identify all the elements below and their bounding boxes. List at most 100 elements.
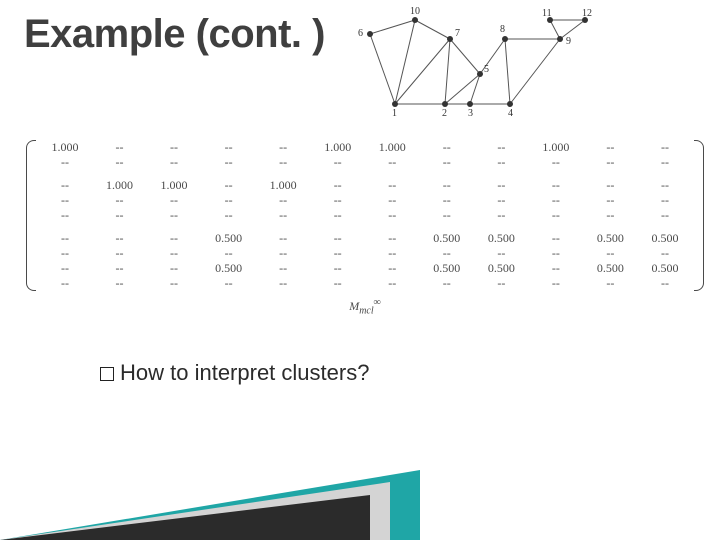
node-label: 6 — [358, 28, 363, 39]
matrix-cell: -- — [420, 193, 475, 208]
decorative-wedge — [0, 440, 720, 540]
node-label: 2 — [442, 108, 447, 119]
node-label: 7 — [455, 28, 460, 39]
matrix-cell: 0.500 — [638, 261, 693, 276]
matrix-cell: -- — [256, 276, 311, 291]
matrix-cell: -- — [365, 246, 420, 261]
matrix-cell: -- — [38, 155, 93, 170]
matrix-cell: -- — [38, 178, 93, 193]
matrix-cell: -- — [583, 193, 638, 208]
matrix-cell: -- — [92, 193, 147, 208]
matrix-cell: -- — [38, 261, 93, 276]
matrix-cell: -- — [256, 140, 311, 155]
matrix-cell: 0.500 — [638, 231, 693, 246]
matrix-cell: -- — [310, 155, 365, 170]
matrix-cell: -- — [583, 155, 638, 170]
matrix-cell: -- — [365, 276, 420, 291]
matrix-cell: -- — [147, 155, 202, 170]
matrix-cell: -- — [420, 178, 475, 193]
matrix-cell: -- — [529, 178, 584, 193]
matrix-cell: 1.000 — [310, 140, 365, 155]
node-label: 9 — [566, 36, 571, 47]
node-label: 8 — [500, 24, 505, 35]
matrix-cell: -- — [529, 208, 584, 223]
matrix-cell: -- — [147, 208, 202, 223]
matrix-cell: -- — [365, 155, 420, 170]
matrix-cell: -- — [201, 208, 256, 223]
matrix-cell: -- — [310, 178, 365, 193]
matrix-cell: -- — [529, 276, 584, 291]
matrix-cell: -- — [256, 246, 311, 261]
matrix-cell: -- — [529, 155, 584, 170]
matrix-cell: -- — [529, 193, 584, 208]
matrix-cell: -- — [92, 208, 147, 223]
matrix-cell: -- — [310, 246, 365, 261]
matrix-cell: -- — [420, 208, 475, 223]
matrix-cell: 1.000 — [529, 140, 584, 155]
matrix-cell: -- — [420, 246, 475, 261]
matrix-cell: -- — [638, 140, 693, 155]
matrix-cell: -- — [474, 246, 529, 261]
matrix-cell: 0.500 — [420, 261, 475, 276]
matrix-cell: -- — [583, 178, 638, 193]
matrix-cell: 0.500 — [474, 231, 529, 246]
matrix-cell: -- — [638, 178, 693, 193]
matrix-cell: -- — [201, 178, 256, 193]
matrix-cell: 0.500 — [583, 231, 638, 246]
matrix-cell: -- — [92, 276, 147, 291]
matrix-gap — [38, 223, 693, 231]
matrix-cell: -- — [256, 208, 311, 223]
matrix-cell: -- — [92, 140, 147, 155]
matrix-cell: -- — [365, 178, 420, 193]
node-label: 3 — [468, 108, 473, 119]
matrix-cell: -- — [474, 208, 529, 223]
matrix-cell: -- — [365, 193, 420, 208]
matrix-cell: 0.500 — [583, 261, 638, 276]
matrix-cell: -- — [310, 261, 365, 276]
matrix-cell: 0.500 — [201, 261, 256, 276]
matrix-cell: 1.000 — [38, 140, 93, 155]
matrix-cell: -- — [201, 276, 256, 291]
matrix-cell: -- — [474, 178, 529, 193]
matrix-cell: -- — [310, 193, 365, 208]
matrix-cell: -- — [256, 155, 311, 170]
matrix-cell: -- — [256, 193, 311, 208]
matrix-cell: -- — [529, 246, 584, 261]
matrix-cell: -- — [638, 276, 693, 291]
graph-figure: 6 10 7 1 2 3 4 5 8 9 11 12 — [350, 4, 610, 124]
matrix-cell: -- — [310, 208, 365, 223]
matrix-cell: -- — [256, 231, 311, 246]
node-label: 4 — [508, 108, 513, 119]
matrix-cell: -- — [147, 231, 202, 246]
matrix-cell: -- — [147, 193, 202, 208]
matrix-cell: -- — [310, 276, 365, 291]
matrix-cell: -- — [474, 140, 529, 155]
matrix-cell: 0.500 — [420, 231, 475, 246]
node-label: 12 — [582, 8, 592, 19]
matrix-cell: -- — [529, 231, 584, 246]
matrix-cell: -- — [638, 208, 693, 223]
matrix-cell: 1.000 — [92, 178, 147, 193]
matrix-cell: -- — [474, 155, 529, 170]
matrix-cell: -- — [420, 276, 475, 291]
page-title: Example (cont. ) — [24, 12, 325, 57]
matrix-cell: -- — [474, 193, 529, 208]
matrix-cell: -- — [474, 276, 529, 291]
matrix-cell: 0.500 — [474, 261, 529, 276]
matrix-cell: -- — [38, 246, 93, 261]
matrix-cell: -- — [147, 246, 202, 261]
paren-right-icon — [694, 140, 704, 291]
matrix-cell: -- — [38, 231, 93, 246]
node-label: 1 — [392, 108, 397, 119]
matrix-cell: 0.500 — [201, 231, 256, 246]
matrix-cell: -- — [638, 155, 693, 170]
matrix-cell: -- — [583, 276, 638, 291]
matrix-cell: -- — [529, 261, 584, 276]
matrix-cell: -- — [92, 261, 147, 276]
matrix-table: 1.000--------1.0001.000----1.000--------… — [38, 140, 693, 291]
matrix-cell: -- — [92, 231, 147, 246]
matrix-cell: -- — [201, 193, 256, 208]
node-label: 11 — [542, 8, 552, 19]
matrix-cell: -- — [256, 261, 311, 276]
matrix-cell: -- — [365, 231, 420, 246]
